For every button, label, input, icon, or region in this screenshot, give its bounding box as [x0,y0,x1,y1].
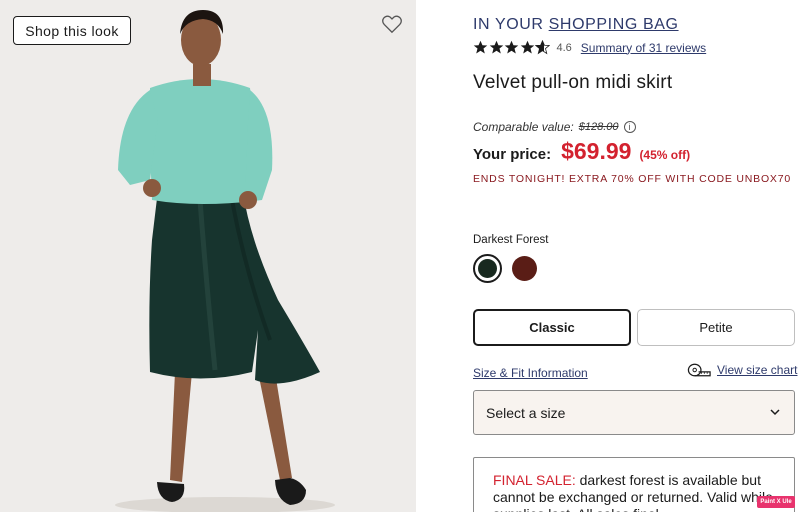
discount-percent: (45% off) [639,148,691,162]
sale-price: $69.99 [561,138,632,164]
tape-measure-icon [687,363,711,377]
fit-classic-button[interactable]: Classic [473,309,631,346]
star-half-icon [535,40,550,55]
shop-this-look-button[interactable]: Shop this look [13,16,131,45]
info-icon[interactable]: i [623,121,636,133]
star-icon [504,40,519,54]
star-icon [489,40,503,54]
star-icon [473,40,488,54]
price-row: Your price: $69.99 (45% off) [473,138,690,165]
rating-row: 4.6 Summary of 31 reviews [473,40,706,55]
swatch-burgundy[interactable] [510,254,539,283]
swatch-fill [512,256,537,281]
rating-value: 4.6 [556,41,572,54]
swatch-darkest-forest[interactable] [473,254,502,283]
promo-message: ENDS TONIGHT! EXTRA 70% OFF WITH CODE UN… [473,173,791,185]
size-select-placeholder: Select a size [486,404,566,421]
product-image[interactable]: Shop this look [0,0,416,512]
bag-prefix: IN YOUR [473,16,544,33]
shopping-bag-link[interactable]: SHOPPING BAG [549,16,679,33]
comparable-value-row: Comparable value: $128.00 i [473,120,636,134]
size-chart-group[interactable]: View size chart [687,362,797,378]
paint-badge[interactable]: Paint X Ule [757,496,795,508]
product-title: Velvet pull-on midi skirt [473,72,673,93]
star-icon [520,40,534,54]
in-your-bag-notice: IN YOUR SHOPPING BAG [473,16,679,34]
model-photo [115,10,335,512]
selected-color-label: Darkest Forest [473,234,549,246]
comparable-value: $128.00 [578,121,619,133]
view-size-chart-link[interactable]: View size chart [717,363,797,377]
swatch-fill [478,259,497,278]
price-label: Your price: [473,146,552,163]
final-sale-notice: FINAL SALE: darkest forest is available … [473,457,795,512]
chevron-down-icon [770,409,780,416]
reviews-summary-link[interactable]: Summary of 31 reviews [581,41,706,55]
rating-stars [473,40,551,55]
fit-petite-button[interactable]: Petite [637,309,795,346]
size-select-dropdown[interactable]: Select a size [473,390,795,435]
heart-icon[interactable] [381,13,403,35]
comparable-label: Comparable value: [473,120,574,134]
size-fit-info-link[interactable]: Size & Fit Information [473,366,588,380]
final-sale-label: FINAL SALE: [493,472,576,488]
